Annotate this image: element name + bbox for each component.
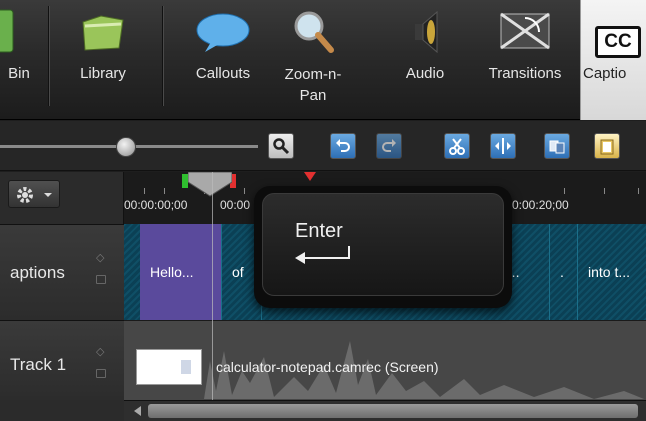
zoom-slider-thumb[interactable]: [116, 137, 136, 157]
timecode-label: 00:00:00;00: [124, 198, 188, 212]
clip-thumbnail: [136, 349, 202, 385]
cut-icon: [449, 138, 465, 155]
undo-icon: [336, 139, 350, 152]
visibility-icon[interactable]: ◇: [96, 345, 104, 358]
lock-icon[interactable]: [96, 369, 106, 378]
ruler-tick: [638, 188, 639, 194]
undo-button[interactable]: [330, 133, 356, 159]
track-header-captions[interactable]: aptions ◇: [0, 224, 124, 320]
playhead-line: [212, 172, 213, 402]
tool-audio-label: Audio: [405, 65, 445, 82]
tool-library[interactable]: Library: [58, 0, 148, 120]
transitions-icon: [500, 12, 550, 50]
timecode-label: 00:00: [220, 198, 251, 212]
tool-transitions[interactable]: Transitions: [474, 0, 576, 120]
tool-bin-label: Bin: [8, 65, 30, 82]
ribbon-separator: [48, 6, 49, 106]
tool-zoom-n-pan[interactable]: Zoom-n- Pan: [274, 0, 352, 120]
caption-clip[interactable]: .: [550, 224, 578, 320]
screen-clip-label[interactable]: calculator-notepad.camrec (Screen): [216, 359, 439, 375]
tool-captions[interactable]: CC Captio: [580, 0, 646, 120]
timeline-toolbar: [0, 121, 646, 171]
tool-ribbon: Bin Library Callouts Zoom-n- Pan Audio T…: [0, 0, 646, 120]
zoom-search-icon: [273, 138, 290, 155]
lock-icon[interactable]: [96, 275, 106, 284]
tool-bin[interactable]: Bin: [0, 0, 48, 120]
tool-audio[interactable]: Audio: [390, 0, 460, 120]
callouts-icon: [196, 13, 250, 52]
split-button[interactable]: [490, 133, 516, 159]
bin-icon: [0, 9, 14, 53]
tool-captions-label: Captio: [583, 65, 627, 82]
headers-footer: [0, 400, 124, 421]
track-name: Track 1: [10, 355, 67, 374]
gear-icon: [17, 187, 33, 203]
redo-icon: [382, 139, 396, 152]
cut-button[interactable]: [444, 133, 470, 159]
tool-zoom-n-pan-label-line2: Pan: [299, 87, 327, 104]
track-headers: aptions ◇ Track 1 ◇: [0, 172, 124, 421]
captions-icon: CC: [595, 26, 641, 58]
copy-button[interactable]: [544, 133, 570, 159]
visibility-icon[interactable]: ◇: [96, 251, 104, 264]
keystroke-overlay: Enter: [254, 186, 512, 308]
enter-key-label: Enter: [295, 220, 343, 242]
caption-clip[interactable]: Hello...: [140, 224, 222, 320]
tool-library-label: Library: [80, 65, 126, 82]
return-arrow-icon: [295, 246, 350, 264]
paste-icon: [600, 139, 614, 155]
track-name: aptions: [10, 263, 65, 282]
ruler-tick: [144, 188, 145, 194]
timeline-settings-button[interactable]: [8, 180, 60, 208]
ruler-tick: [244, 188, 245, 194]
tool-zoom-n-pan-label-line1: Zoom-n-: [284, 66, 342, 83]
redo-button[interactable]: [376, 133, 402, 159]
tool-callouts[interactable]: Callouts: [176, 0, 270, 120]
tool-zoom-n-pan-label: Zoom-n- Pan: [274, 64, 352, 106]
ruler-tick: [604, 188, 605, 194]
clip-thumbnail-icon: [181, 360, 191, 374]
ribbon-separator: [162, 6, 163, 106]
zoom-n-pan-icon: [294, 11, 334, 53]
copy-icon: [549, 140, 565, 154]
chevron-down-icon: [44, 193, 52, 197]
timeline-scrollbar[interactable]: [124, 400, 646, 421]
paste-button[interactable]: [594, 133, 620, 159]
caption-clip[interactable]: into t...: [578, 224, 646, 320]
split-icon: [495, 138, 511, 154]
playhead-handle[interactable]: [188, 172, 232, 198]
zoom-search-button[interactable]: [268, 133, 294, 159]
marker-icon[interactable]: [304, 172, 316, 182]
track-header-track1[interactable]: Track 1 ◇: [0, 320, 124, 400]
enter-key: Enter: [262, 193, 504, 296]
tool-transitions-label: Transitions: [488, 65, 562, 82]
track-1: calculator-notepad.camrec (Screen): [124, 320, 646, 400]
tool-callouts-label: Callouts: [195, 65, 251, 82]
timecode-label: 0:00:20;00: [512, 198, 569, 212]
scrollbar-thumb[interactable]: [148, 404, 638, 418]
scroll-left-icon[interactable]: [134, 406, 142, 416]
audio-icon: [415, 10, 438, 54]
library-icon: [82, 15, 124, 51]
ruler-tick: [164, 188, 165, 194]
ruler-tick: [564, 188, 565, 194]
